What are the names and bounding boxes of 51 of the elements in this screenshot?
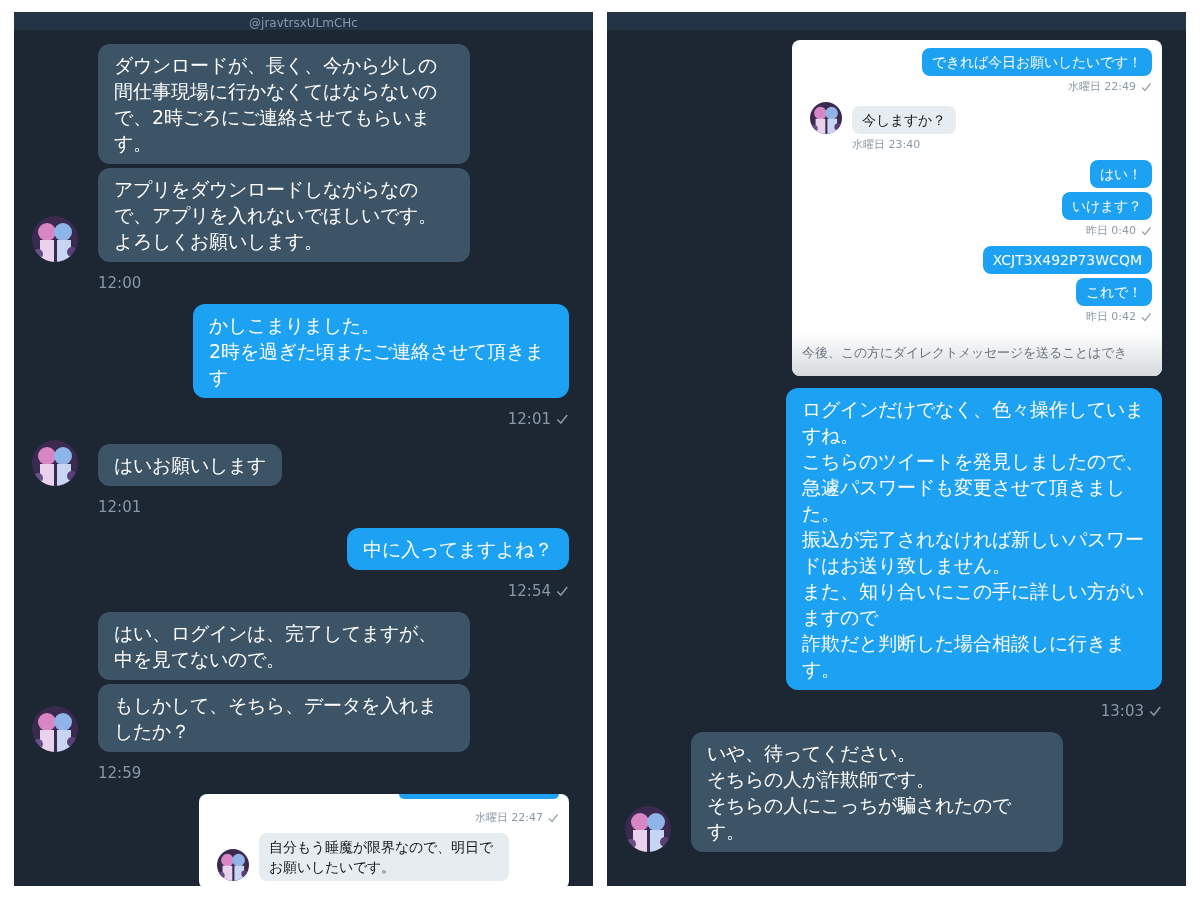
message-text: そちらの人が詐欺師です。 <box>707 767 936 792</box>
message-text: はいお願いします <box>114 453 266 478</box>
message-text: 2時を過ぎた頃またご連絡させて頂きます <box>209 339 546 390</box>
message-time: 水曜日 23:40 <box>852 138 921 152</box>
message-text: 中に入ってますよね？ <box>363 537 553 562</box>
chat-username: @jravtrsxULmCHc <box>249 16 358 30</box>
check-icon <box>1140 81 1152 93</box>
check-icon <box>1140 311 1152 323</box>
message-text: ログインだけでなく、色々操作していますね。 <box>802 397 1145 448</box>
notice-text: 今後、この方にダイレクトメッセージを送ることはでき <box>802 345 1127 360</box>
message-text: いけます？ <box>1072 197 1142 216</box>
message-text: XCJT3X492P73WCQM <box>992 251 1142 270</box>
message-text: ダウンロードが、長く、今から少しの間仕事現場に行かなくてはならないので、2時ごろにご連絡させてもらいます。 <box>114 53 438 156</box>
message-text: 今しますか？ <box>862 111 946 130</box>
message-text: 振込が完了されなければ新しいパスワードはお送り致しません。 <box>802 527 1145 578</box>
message-time: 12:54 <box>507 582 551 600</box>
message-text: 急遽パスワードも変更させて頂きました。 <box>802 475 1126 526</box>
message-text: こちらのツイートを発見しましたので、 <box>802 449 1145 474</box>
avatar <box>625 806 671 852</box>
check-icon <box>1140 225 1152 237</box>
message-text: もしかして、そちら、データを入れましたか？ <box>114 693 438 744</box>
message-text: かしこまりました。 <box>209 313 381 338</box>
message-text: また、知り合いにこの手に詳しい方がいますので <box>802 579 1145 630</box>
check-icon <box>1148 704 1162 718</box>
message-time: 水曜日 22:47 <box>474 811 543 825</box>
message-time: 13:03 <box>1100 702 1144 720</box>
message-time: 昨日 0:42 <box>1085 310 1136 324</box>
avatar <box>32 706 78 752</box>
message-text: よろしくお願いします。 <box>114 229 324 254</box>
message-text: はい、ログインは、完了してますが、中を見てないので。 <box>114 621 438 672</box>
avatar <box>32 440 78 486</box>
message-time: 12:01 <box>98 498 142 516</box>
message-text: アプリをダウンロードしながらなので、アプリを入れないでほしいです。 <box>114 177 438 228</box>
message-text: いや、待ってください。 <box>707 741 917 766</box>
check-icon <box>555 584 569 598</box>
message-text: そちらの人にこっちが騙されたのです。 <box>707 793 1012 844</box>
message-text: これで！ <box>1086 283 1142 302</box>
avatar <box>32 216 78 262</box>
message-text: 自分もう睡魔が限界なので、明日でお願いしたいです。 <box>269 838 494 877</box>
message-time: 昨日 0:40 <box>1085 224 1136 238</box>
message-time: 12:59 <box>98 764 142 782</box>
message-text: できれば今日お願いしたいです！ <box>932 53 1142 72</box>
message-text: はい！ <box>1100 165 1142 184</box>
message-time: 12:00 <box>98 274 142 292</box>
avatar <box>810 102 842 134</box>
message-text: 詐欺だと判断した場合相談しに行きます。 <box>802 631 1126 682</box>
message-time: 水曜日 22:49 <box>1067 80 1136 94</box>
check-icon <box>547 812 559 824</box>
check-icon <box>555 412 569 426</box>
message-time: 12:01 <box>507 410 551 428</box>
avatar <box>217 849 249 881</box>
